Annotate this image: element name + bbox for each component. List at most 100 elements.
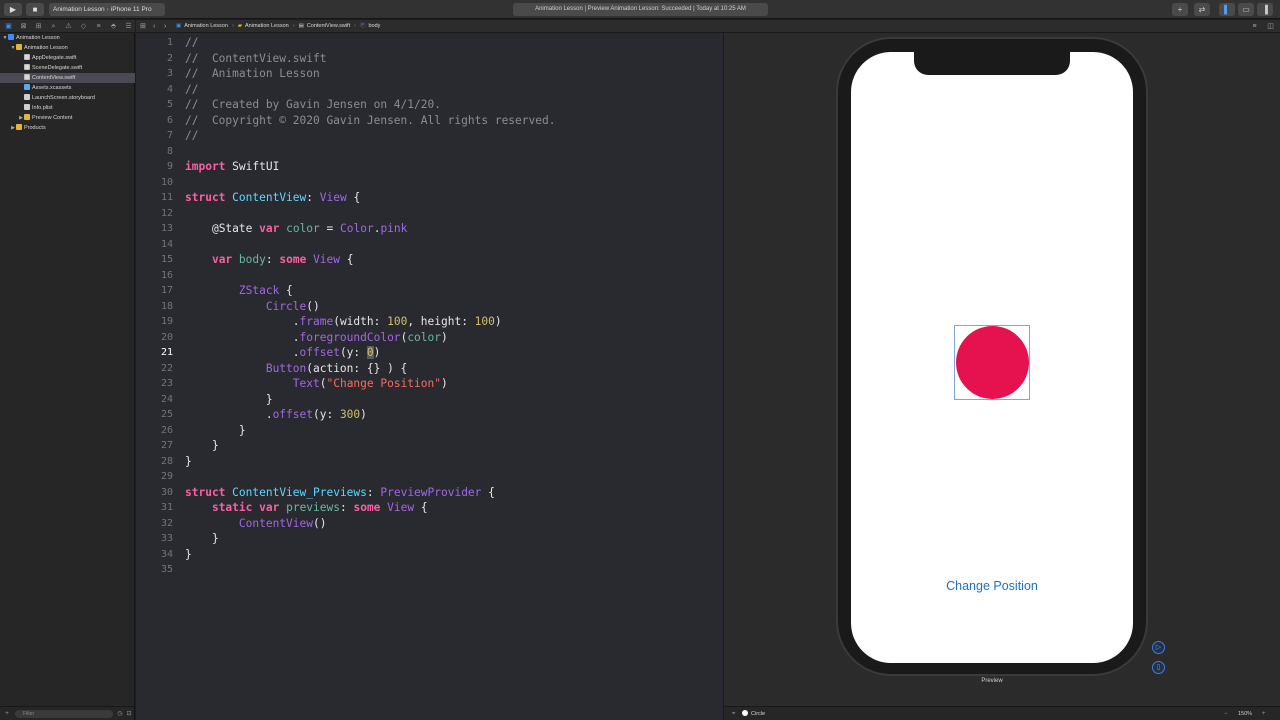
chevron-right-icon: › [354, 23, 356, 29]
code-line[interactable]: } [185, 438, 219, 454]
zoom-in-icon[interactable]: + [1262, 707, 1266, 720]
code-line[interactable]: static var previews: some View { [185, 500, 428, 516]
breadcrumb-item[interactable]: ▰ Animation Lesson [238, 23, 289, 29]
property-icon: Ⓟ [359, 23, 366, 29]
navigator-item-label: AppDelegate.swift [32, 55, 77, 61]
adjust-editor-icon[interactable]: ≡ [1250, 22, 1259, 31]
navigator-item[interactable]: Assets.xcassets [0, 83, 135, 93]
navigator-item[interactable]: ▼ Animation Lesson [0, 43, 135, 53]
code-line[interactable]: } [185, 423, 246, 439]
code-line[interactable]: // Copyright © 2020 Gavin Jensen. All ri… [185, 113, 555, 129]
symbol-icon[interactable]: ⊞ [34, 22, 43, 31]
library-button[interactable]: + [1172, 3, 1188, 16]
pin-icon[interactable]: ⌖ [732, 707, 735, 720]
code-line[interactable]: // [185, 35, 198, 51]
code-line[interactable]: import SwiftUI [185, 159, 279, 175]
code-line[interactable]: struct ContentView: View { [185, 190, 360, 206]
issue-icon[interactable]: ⚠ [64, 22, 73, 31]
navigator-item[interactable]: Info.plist [0, 103, 135, 113]
zoom-out-icon[interactable]: − [1224, 707, 1228, 720]
code-line[interactable]: Button(action: {} ) { [185, 361, 407, 377]
forward-icon[interactable]: › [164, 20, 166, 33]
code-line[interactable]: } [185, 531, 219, 547]
code-line[interactable]: .frame(width: 100, height: 100) [185, 314, 502, 330]
code-line[interactable]: // Animation Lesson [185, 66, 320, 82]
breadcrumb-item[interactable]: ▣ Animation Lesson [176, 23, 228, 29]
line-number: 5 [166, 99, 173, 110]
code-line[interactable]: } [185, 392, 273, 408]
code-review-button[interactable]: ⇄ [1194, 3, 1210, 16]
code-line[interactable]: var body: some View { [185, 252, 354, 268]
add-icon[interactable]: + [3, 710, 11, 718]
toggle-navigator-button[interactable]: ▌ [1219, 3, 1235, 16]
recent-files-icon[interactable]: ◷ [116, 710, 124, 718]
code-line[interactable]: } [185, 547, 192, 563]
line-number: 2 [166, 52, 173, 64]
scheme-selector[interactable]: Animation Lesson › iPhone 11 Pro [49, 3, 165, 16]
source-control-icon[interactable]: ⊠ [19, 22, 28, 31]
toggle-debug-button[interactable]: ▭ [1238, 3, 1254, 16]
code-line[interactable]: } [185, 454, 192, 470]
stop-button[interactable]: ■ [26, 3, 44, 16]
navigator-item[interactable]: ▶ Preview Content [0, 113, 135, 123]
preview-on-device-button[interactable]: ▯ [1152, 661, 1165, 674]
breadcrumb-item[interactable]: ▤ ContentView.swift [299, 23, 351, 29]
navigator-item[interactable]: SceneDelegate.swift [0, 63, 135, 73]
code-line[interactable]: // [185, 82, 198, 98]
file-icon [24, 94, 30, 100]
code-line[interactable]: struct ContentView_Previews: PreviewProv… [185, 485, 495, 501]
line-number: 6 [166, 114, 173, 126]
change-position-button[interactable]: Change Position [851, 579, 1133, 593]
breakpoint-icon[interactable]: ⬘ [109, 22, 118, 31]
circle-selection-frame[interactable] [954, 325, 1030, 400]
code-line[interactable]: .offset(y: 0) [185, 345, 380, 361]
related-items-icon[interactable]: ⊞ [140, 20, 146, 33]
folder-icon: ▰ [237, 23, 243, 29]
code-line[interactable]: .foregroundColor(color) [185, 330, 448, 346]
folder-icon [24, 114, 30, 120]
folder-icon[interactable]: ▣ [4, 22, 13, 31]
code-line[interactable]: ContentView() [185, 516, 327, 532]
code-line[interactable]: Circle() [185, 299, 320, 315]
navigator-item[interactable]: ContentView.swift [0, 73, 135, 83]
code-line[interactable]: // Created by Gavin Jensen on 4/1/20. [185, 97, 441, 113]
source-control-filter-icon[interactable]: ⊡ [125, 710, 133, 718]
toggle-inspector-button[interactable]: ▐ [1257, 3, 1273, 16]
code-line[interactable]: @State var color = Color.pink [185, 221, 407, 237]
xcode-window: ▶ ■ Animation Lesson › iPhone 11 Pro Anima… [0, 0, 1280, 720]
sidebar-right-icon: ▐ [1262, 5, 1268, 14]
line-number: 4 [166, 83, 173, 95]
line-number: 29 [160, 471, 173, 482]
report-icon[interactable]: ☰ [124, 22, 133, 31]
swift-file-icon [24, 64, 30, 70]
split-editor-icon[interactable]: ◫ [1266, 22, 1275, 31]
run-button[interactable]: ▶ [4, 3, 22, 16]
live-preview-button[interactable]: ▷ [1152, 641, 1165, 654]
back-icon[interactable]: ‹ [153, 20, 155, 33]
navigator-item[interactable]: LaunchScreen.storyboard [0, 93, 135, 103]
debug-icon[interactable]: ≡ [94, 22, 103, 31]
breadcrumb-label: ContentView.swift [306, 23, 351, 29]
code-line[interactable]: Text("Change Position") [185, 376, 448, 392]
filter-input[interactable]: Filter [15, 710, 113, 718]
test-icon[interactable]: ◇ [79, 22, 88, 31]
code-line[interactable]: // ContentView.swift [185, 51, 326, 67]
find-icon[interactable]: ⌕ [49, 22, 58, 31]
pink-circle[interactable] [956, 326, 1029, 399]
breadcrumb-item[interactable]: Ⓟbody [360, 23, 380, 29]
chevron-right-icon: › [106, 6, 109, 13]
line-number: 31 [160, 502, 173, 513]
code-line[interactable]: .offset(y: 300) [185, 407, 367, 423]
line-number: 27 [160, 440, 173, 451]
code-line[interactable]: ZStack { [185, 283, 293, 299]
navigator-item[interactable]: ▶ Products [0, 123, 135, 133]
navigator-item[interactable]: ▼ Animation Lesson [0, 33, 135, 43]
navigator-item[interactable]: AppDelegate.swift [0, 53, 135, 63]
navigator-filter-bar: + Filter ◷ ⊡ [0, 706, 135, 720]
line-number: 33 [160, 533, 173, 544]
source-editor[interactable]: 1 2 3 4 5 6 7 8 9 10 11 12 13 14 15 16 17 18 19 20 21 22 23 24 2… [136, 33, 723, 720]
zoom-level[interactable]: 150% [1238, 707, 1252, 720]
selected-element[interactable]: Circle [742, 707, 765, 720]
code-line[interactable]: // [185, 128, 198, 144]
line-number: 13 [160, 223, 173, 234]
